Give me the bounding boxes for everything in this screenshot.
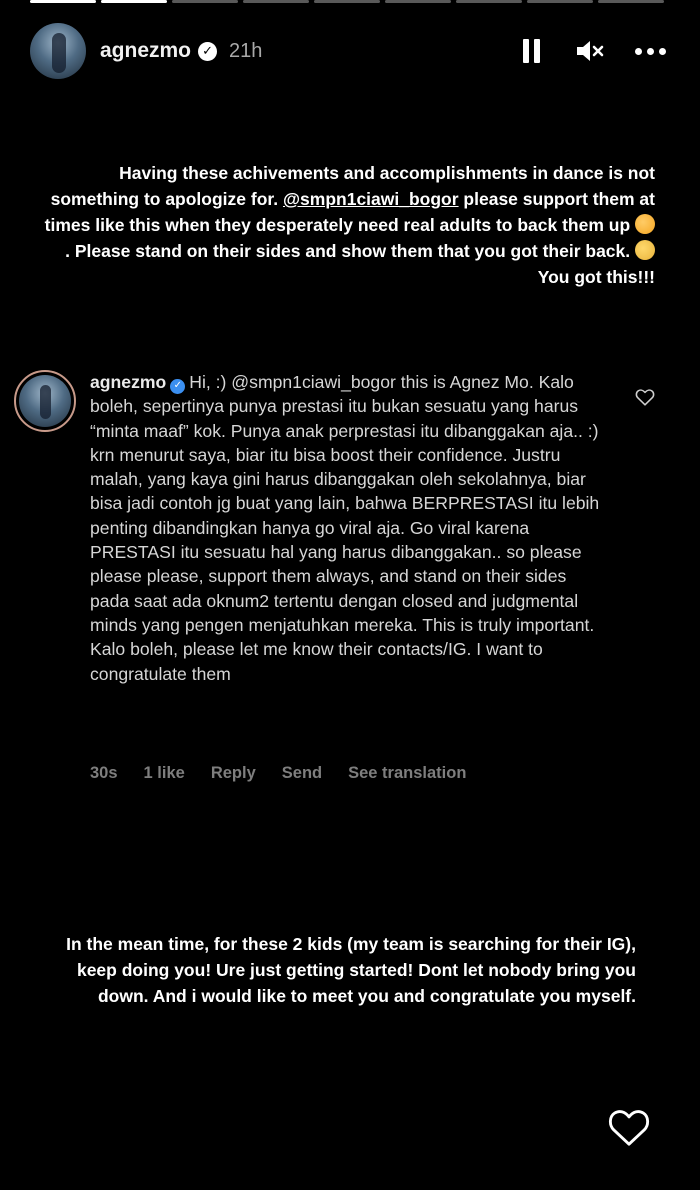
progress-segment [30, 0, 96, 3]
story-text-bottom: In the mean time, for these 2 kids (my t… [66, 934, 636, 1006]
story-text-part: You got this!!! [537, 267, 655, 287]
story-header: agnezmo ✓ 21h [30, 22, 666, 80]
story-controls [523, 38, 666, 64]
pause-icon[interactable] [523, 39, 545, 63]
more-icon[interactable] [635, 47, 666, 55]
story-text-part: . Please stand on their sides and show t… [65, 241, 635, 261]
progress-segment [598, 0, 664, 3]
blush-emoji-icon [635, 214, 655, 234]
story-text-top: Having these achivements and accomplishm… [40, 160, 655, 290]
progress-segment [172, 0, 238, 3]
like-heart-icon[interactable] [606, 1104, 652, 1148]
comment-username[interactable]: agnezmo [90, 372, 166, 392]
comment-body: agnezmo ✓ Hi, :) @smpn1ciawi_bogor this is… [90, 370, 610, 686]
story-progress-bar [30, 0, 664, 4]
reply-button[interactable]: Reply [211, 764, 256, 783]
comment-text: Hi, :) @smpn1ciawi_bogor this is Agnez M… [90, 372, 600, 684]
verified-badge-icon: ✓ [170, 378, 186, 394]
progress-segment [314, 0, 380, 3]
school-mention-link[interactable]: @smpn1ciawi_bogor [283, 189, 459, 209]
comment-meta: 30s 1 like Reply Send See translation [90, 764, 466, 783]
send-button[interactable]: Send [282, 764, 322, 783]
see-translation-button[interactable]: See translation [348, 764, 466, 783]
comment-heart-icon[interactable] [634, 386, 656, 408]
comment-avatar[interactable] [14, 370, 76, 432]
progress-segment [385, 0, 451, 3]
progress-segment [101, 0, 167, 3]
comment-screenshot: agnezmo ✓ Hi, :) @smpn1ciawi_bogor this is… [12, 366, 672, 796]
relieved-emoji-icon [635, 240, 655, 260]
progress-segment [243, 0, 309, 3]
profile-avatar[interactable] [30, 23, 86, 79]
story-timestamp: 21h [229, 39, 263, 62]
progress-segment [456, 0, 522, 3]
progress-segment [527, 0, 593, 3]
mute-icon[interactable] [575, 38, 605, 64]
comment-likes[interactable]: 1 like [144, 764, 185, 783]
comment-age: 30s [90, 764, 118, 782]
story-username[interactable]: agnezmo [100, 39, 191, 63]
verified-badge-icon: ✓ [198, 41, 218, 61]
